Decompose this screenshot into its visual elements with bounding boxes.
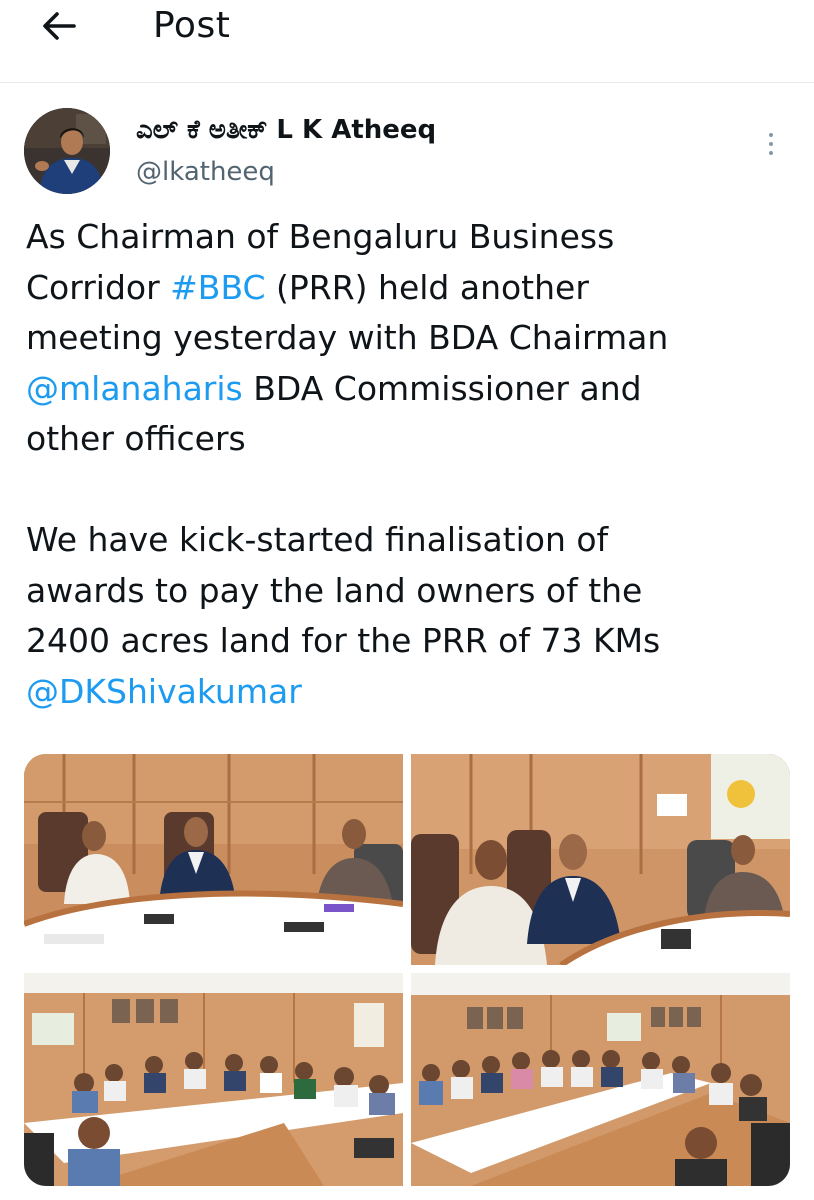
meeting-photo-image xyxy=(24,754,403,965)
post-text-line: meeting yesterday with BDA Chairman xyxy=(26,318,669,357)
media-photo-3[interactable] xyxy=(24,973,403,1186)
author-handle[interactable]: @lkatheeq xyxy=(136,154,275,190)
top-bar: Post xyxy=(0,0,814,83)
post-text-line: 2400 acres land for the PRR of 73 KMs xyxy=(26,621,661,660)
page-title: Post xyxy=(153,5,231,46)
post-text-fragment: BDA Commissioner and xyxy=(242,368,642,408)
more-options-button[interactable] xyxy=(754,122,788,166)
post-text-line: Corridor #BBC (PRR) held another xyxy=(26,263,796,314)
post-text-line: awards to pay the land owners of the xyxy=(26,570,643,610)
mention-link[interactable]: @mlanaharis xyxy=(26,369,243,408)
media-photo-4[interactable] xyxy=(411,973,790,1186)
media-photo-1[interactable] xyxy=(24,754,403,965)
media-grid xyxy=(24,754,790,1186)
more-vertical-icon-dot xyxy=(769,142,773,146)
post-text-line: @mlanaharis BDA Commissioner and xyxy=(26,364,796,415)
more-vertical-icon-dot xyxy=(769,151,773,155)
more-vertical-icon xyxy=(769,133,773,137)
meeting-photo-image xyxy=(24,973,403,1186)
hashtag-link[interactable]: #BBC xyxy=(170,268,265,307)
post-text-line: @DKShivakumar xyxy=(26,667,796,718)
post-text-line: other officers xyxy=(26,419,246,458)
post-text-line: As Chairman of Bengaluru Business xyxy=(26,217,615,256)
meeting-photo-image xyxy=(411,754,790,965)
post-text-fragment: Corridor xyxy=(26,267,171,307)
profile-photo xyxy=(24,108,110,194)
paragraph-break xyxy=(26,465,796,516)
mention-link[interactable]: @DKShivakumar xyxy=(26,672,302,711)
author-display-name[interactable]: ಎಲ್ ಕೆ ಅತೀಕ್ L K Atheeq xyxy=(136,112,436,148)
post-text-line: We have kick-started finalisation of xyxy=(26,520,609,559)
post-text: As Chairman of Bengaluru Business Corrid… xyxy=(26,212,796,717)
post-text-fragment: (PRR) held another xyxy=(265,267,589,307)
back-button[interactable] xyxy=(30,4,90,48)
arrow-left-icon xyxy=(43,12,76,40)
avatar[interactable] xyxy=(24,108,110,194)
meeting-photo-image xyxy=(411,973,790,1186)
media-photo-2[interactable] xyxy=(411,754,790,965)
